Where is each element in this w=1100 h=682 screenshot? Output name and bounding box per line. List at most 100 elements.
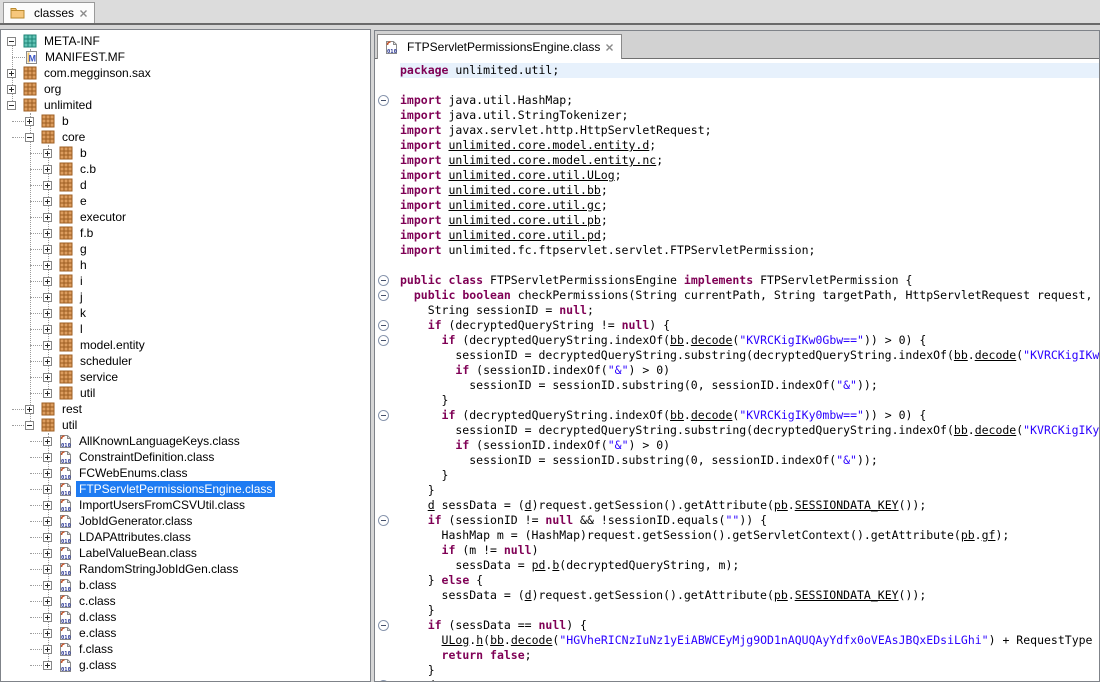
tree-item[interactable]: 010ImportUsersFromCSVUtil.class <box>1 497 370 513</box>
expand-icon[interactable] <box>43 245 52 254</box>
tree-item[interactable]: i <box>1 273 370 289</box>
tree-item[interactable]: 010LDAPAttributes.class <box>1 529 370 545</box>
expand-icon[interactable] <box>7 85 16 94</box>
code-link[interactable]: unlimited.core.util.ULog <box>448 168 614 182</box>
tree-item[interactable]: 010e.class <box>1 625 370 641</box>
fold-toggle-icon[interactable] <box>378 275 389 286</box>
expand-icon[interactable] <box>43 165 52 174</box>
expand-icon[interactable] <box>43 181 52 190</box>
code-link[interactable]: unlimited.core.model.entity.d <box>448 138 649 152</box>
fold-toggle-icon[interactable] <box>378 320 389 331</box>
code-link[interactable]: decode <box>511 633 553 647</box>
expand-icon[interactable] <box>43 469 52 478</box>
expand-icon[interactable] <box>43 501 52 510</box>
code-link[interactable]: d <box>428 678 435 681</box>
expand-icon[interactable] <box>43 565 52 574</box>
expand-icon[interactable] <box>43 661 52 670</box>
expand-icon[interactable] <box>43 149 52 158</box>
tree-item[interactable]: util <box>1 385 370 401</box>
code-link[interactable]: unlimited.core.util.bb <box>448 183 600 197</box>
tree-item[interactable]: 010FTPServletPermissionsEngine.class <box>1 481 370 497</box>
expand-icon[interactable] <box>43 453 52 462</box>
tree-item[interactable]: 010LabelValueBean.class <box>1 545 370 561</box>
expand-icon[interactable] <box>43 533 52 542</box>
tree-item[interactable]: util <box>1 417 370 433</box>
expand-icon[interactable] <box>43 629 52 638</box>
expand-icon[interactable] <box>43 437 52 446</box>
collapse-icon[interactable] <box>25 133 34 142</box>
expand-icon[interactable] <box>43 309 52 318</box>
expand-icon[interactable] <box>43 389 52 398</box>
code-link[interactable]: SESSIONDATA_KEY <box>795 588 899 602</box>
tree-item[interactable]: executor <box>1 209 370 225</box>
expand-icon[interactable] <box>43 277 52 286</box>
code-link[interactable]: gf <box>982 528 996 542</box>
tree-item[interactable]: c.b <box>1 161 370 177</box>
expand-icon[interactable] <box>43 549 52 558</box>
expand-icon[interactable] <box>43 229 52 238</box>
code-link[interactable]: bb <box>670 333 684 347</box>
code-link[interactable]: bb <box>670 408 684 422</box>
tree-item[interactable]: b <box>1 145 370 161</box>
expand-icon[interactable] <box>43 325 52 334</box>
expand-icon[interactable] <box>43 581 52 590</box>
tree-item[interactable]: rest <box>1 401 370 417</box>
tree-item[interactable]: 010c.class <box>1 593 370 609</box>
code-link[interactable]: unlimited.core.util.pd <box>448 228 600 242</box>
expand-icon[interactable] <box>43 597 52 606</box>
tab-classes[interactable]: classes <box>3 2 95 23</box>
tree-item[interactable]: model.entity <box>1 337 370 353</box>
expand-icon[interactable] <box>43 261 52 270</box>
tree-item[interactable]: k <box>1 305 370 321</box>
tree-item[interactable]: g <box>1 241 370 257</box>
code-link[interactable]: pb <box>774 498 788 512</box>
code-link[interactable]: bb <box>954 348 968 362</box>
code-link[interactable]: decode <box>975 348 1017 362</box>
tree-item[interactable]: f.b <box>1 225 370 241</box>
code-link[interactable]: d <box>525 498 532 512</box>
code-link[interactable]: d <box>428 498 435 512</box>
expand-icon[interactable] <box>43 613 52 622</box>
collapse-icon[interactable] <box>7 37 16 46</box>
expand-icon[interactable] <box>43 645 52 654</box>
tree-item[interactable]: unlimited <box>1 97 370 113</box>
tree-item[interactable]: META-INF <box>1 33 370 49</box>
expand-icon[interactable] <box>43 293 52 302</box>
tree-item[interactable]: com.megginson.sax <box>1 65 370 81</box>
expand-icon[interactable] <box>25 405 34 414</box>
code-link[interactable]: decode <box>691 333 733 347</box>
expand-icon[interactable] <box>25 117 34 126</box>
close-icon[interactable] <box>605 43 614 52</box>
tree-item[interactable]: 010b.class <box>1 577 370 593</box>
tree-item[interactable]: h <box>1 257 370 273</box>
code-link[interactable]: pb <box>961 528 975 542</box>
expand-icon[interactable] <box>43 341 52 350</box>
code-link[interactable]: ULog <box>442 633 470 647</box>
code-link[interactable]: pb <box>774 588 788 602</box>
code-link[interactable]: unlimited.core.util.gc <box>448 198 600 212</box>
tab-class-file[interactable]: 010 FTPServletPermissionsEngine.class <box>377 34 622 59</box>
tree-item[interactable]: 010d.class <box>1 609 370 625</box>
tree-item[interactable]: 010g.class <box>1 657 370 673</box>
code-link[interactable]: unlimited.core.model.entity.nc <box>448 153 656 167</box>
close-icon[interactable] <box>79 9 88 18</box>
tree-item[interactable]: service <box>1 369 370 385</box>
fold-toggle-icon[interactable] <box>378 680 389 681</box>
fold-toggle-icon[interactable] <box>378 515 389 526</box>
tree-item[interactable]: scheduler <box>1 353 370 369</box>
code-link[interactable]: d <box>525 588 532 602</box>
tree-item[interactable]: b <box>1 113 370 129</box>
code-link[interactable]: bb <box>490 633 504 647</box>
code-link[interactable]: unlimited.core.util.pb <box>448 213 600 227</box>
code-link[interactable]: decode <box>691 408 733 422</box>
tree-item[interactable]: d <box>1 177 370 193</box>
expand-icon[interactable] <box>43 357 52 366</box>
collapse-icon[interactable] <box>7 101 16 110</box>
collapse-icon[interactable] <box>25 421 34 430</box>
expand-icon[interactable] <box>43 197 52 206</box>
tree-item[interactable]: 010ConstraintDefinition.class <box>1 449 370 465</box>
expand-icon[interactable] <box>43 517 52 526</box>
fold-toggle-icon[interactable] <box>378 290 389 301</box>
fold-toggle-icon[interactable] <box>378 620 389 631</box>
tree-item[interactable]: 010FCWebEnums.class <box>1 465 370 481</box>
